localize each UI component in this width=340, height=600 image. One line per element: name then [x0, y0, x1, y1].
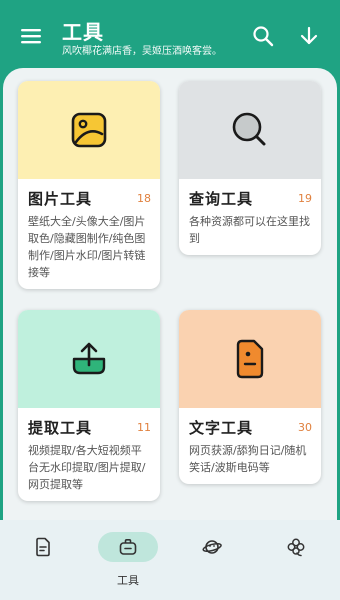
nav-item-planet[interactable] — [182, 532, 242, 582]
card-description: 壁纸大全/头像大全/图片取色/隐藏图制作/纯色图制作/图片水印/图片转链接等 — [28, 215, 146, 279]
nav-label-tools: 工具 — [117, 574, 139, 587]
page-title: 工具 — [62, 20, 104, 44]
planet-icon — [202, 540, 222, 554]
nav-item-document[interactable] — [13, 532, 73, 582]
card-query-tools-header — [179, 81, 321, 179]
card-title: 文字工具 — [189, 419, 254, 437]
card-description: 网页获源/舔狗日记/随机笑话/波斯电码等 — [189, 444, 307, 474]
card-count: 19 — [298, 192, 312, 205]
card-query-tools[interactable]: 查询工具 19 各种资源都可以在这里找到 — [179, 81, 321, 255]
card-extract-tools-header — [18, 310, 160, 408]
page-subtitle: 风吹椰花满店香，吴姬压酒唤客尝。 — [62, 46, 222, 57]
card-count: 11 — [137, 421, 151, 434]
card-extract-tools[interactable]: 提取工具 11 视频提取/各大短视频平台无水印提取/图片提取/网页提取等 — [18, 310, 160, 501]
card-image-tools-header — [18, 81, 160, 179]
tool-grid: 图片工具 18 壁纸大全/头像大全/图片取色/隐藏图制作/纯色图制作/图片水印/… — [3, 68, 337, 520]
card-description: 视频提取/各大短视频平台无水印提取/图片提取/网页提取等 — [28, 444, 146, 491]
image-icon — [71, 112, 107, 148]
nav-item-tools[interactable]: 工具 — [98, 532, 158, 587]
clover-icon — [287, 538, 305, 557]
app-bar: 工具 风吹椰花满店香，吴姬压酒唤客尝。 — [0, 0, 340, 74]
card-description: 各种资源都可以在这里找到 — [189, 215, 310, 245]
card-text-tools[interactable]: 文字工具 30 网页获源/舔狗日记/随机笑话/波斯电码等 — [179, 310, 321, 484]
menu-icon[interactable] — [20, 26, 42, 46]
download-icon[interactable] — [298, 25, 320, 47]
upload-icon — [72, 342, 106, 375]
nav-item-clover[interactable] — [266, 532, 326, 582]
card-count: 18 — [137, 192, 151, 205]
document-icon — [36, 537, 50, 557]
document-icon — [236, 339, 264, 379]
card-count: 30 — [298, 421, 312, 434]
bottom-navigation: 工具 — [0, 520, 340, 600]
card-title: 图片工具 — [28, 190, 93, 208]
card-text-tools-header — [179, 310, 321, 408]
search-icon[interactable] — [252, 25, 274, 47]
card-title: 查询工具 — [189, 190, 254, 208]
magnifier-icon — [232, 112, 266, 146]
toolbox-icon — [119, 539, 137, 555]
card-title: 提取工具 — [28, 419, 93, 437]
card-image-tools[interactable]: 图片工具 18 壁纸大全/头像大全/图片取色/隐藏图制作/纯色图制作/图片水印/… — [18, 81, 160, 289]
